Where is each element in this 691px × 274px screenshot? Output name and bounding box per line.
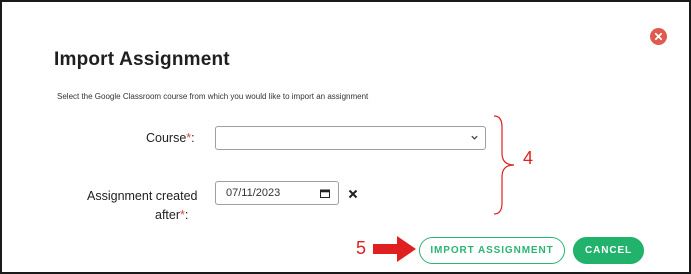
date-label: Assignment created: [87, 189, 198, 203]
dialog-title: Import Assignment: [54, 49, 230, 70]
course-label: Course*:: [146, 131, 195, 145]
course-select[interactable]: [215, 126, 486, 150]
clear-date-icon[interactable]: [348, 189, 358, 199]
import-assignment-button[interactable]: IMPORT ASSIGNMENT: [419, 237, 565, 264]
annotation-brace: [493, 115, 515, 215]
annotation-number-5: 5: [356, 238, 367, 258]
date-label-suffix: after*:: [155, 208, 189, 222]
right-arrow-icon: [373, 236, 416, 262]
calendar-icon[interactable]: [320, 189, 330, 198]
dialog-subtitle: Select the Google Classroom course from …: [57, 92, 369, 101]
close-icon[interactable]: [650, 28, 667, 45]
chevron-down-icon: [471, 135, 478, 140]
annotation-number-4: 4: [523, 148, 534, 168]
cancel-button[interactable]: CANCEL: [573, 237, 644, 264]
